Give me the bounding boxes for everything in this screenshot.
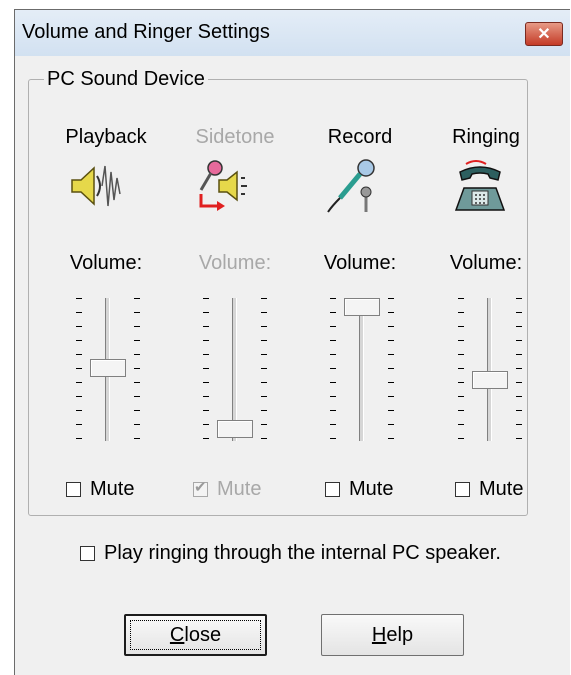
help-button-label: Help [371,623,414,646]
title-bar[interactable]: Volume and Ringer Settings ✕ [15,10,570,56]
sidetone-label: Sidetone [195,126,275,148]
checkbox-box: ✔ [193,479,208,497]
microphone-icon [327,159,375,213]
checkmark-icon: ✔ [194,479,207,496]
tick-marks-right [388,298,394,441]
tick-marks-left [458,298,464,441]
group-title: PC Sound Device [44,68,208,91]
tick-marks-left [203,298,209,441]
tick-marks-right [516,298,522,441]
sidetone-mute-checkbox: ✔ Mute [193,478,261,501]
internal-speaker-option[interactable]: Play ringing through the internal PC spe… [80,542,501,565]
slider-thumb[interactable] [344,298,380,316]
playback-mute-checkbox[interactable]: Mute [66,478,134,501]
ringing-volume-slider[interactable] [455,292,525,447]
speaker-icon [71,165,121,207]
slider-thumb[interactable] [90,359,126,377]
ringing-label: Ringing [452,126,520,148]
slider-track [359,298,364,441]
ringing-mute-checkbox[interactable]: Mute [455,478,523,501]
ringing-volume-label: Volume: [449,252,523,274]
close-button-label: Close [169,623,222,646]
help-button[interactable]: Help [321,614,464,656]
mute-label: Mute [349,478,394,500]
close-window-button[interactable]: ✕ [525,22,563,46]
sidetone-volume-label: Volume: [198,252,272,274]
mute-label: Mute [90,478,135,500]
slider-thumb [217,420,253,438]
record-mute-checkbox[interactable]: Mute [325,478,393,501]
checkbox-box[interactable] [325,482,340,497]
internal-speaker-checkbox[interactable] [80,546,95,561]
tick-marks-right [261,298,267,441]
internal-speaker-label: Play ringing through the internal PC spe… [104,542,501,564]
playback-label: Playback [65,126,147,148]
telephone-icon [454,160,506,211]
record-volume-label: Volume: [323,252,397,274]
close-button[interactable]: Close [124,614,267,656]
tick-marks-left [330,298,336,441]
close-icon: ✕ [537,26,551,43]
playback-volume-label: Volume: [69,252,143,274]
checkbox-box[interactable] [66,482,81,497]
tick-marks-right [134,298,140,441]
slider-track [487,298,492,441]
microphone-speaker-icon [199,160,247,211]
slider-thumb[interactable] [472,371,508,390]
record-label: Record [327,126,393,148]
playback-volume-slider[interactable] [73,292,143,447]
window-title: Volume and Ringer Settings [22,21,270,43]
mute-label: Mute [217,478,262,500]
tick-marks-left [76,298,82,441]
checkbox-box[interactable] [455,482,470,497]
record-volume-slider[interactable] [327,292,397,447]
sidetone-volume-slider [200,292,270,447]
mute-label: Mute [479,478,524,500]
